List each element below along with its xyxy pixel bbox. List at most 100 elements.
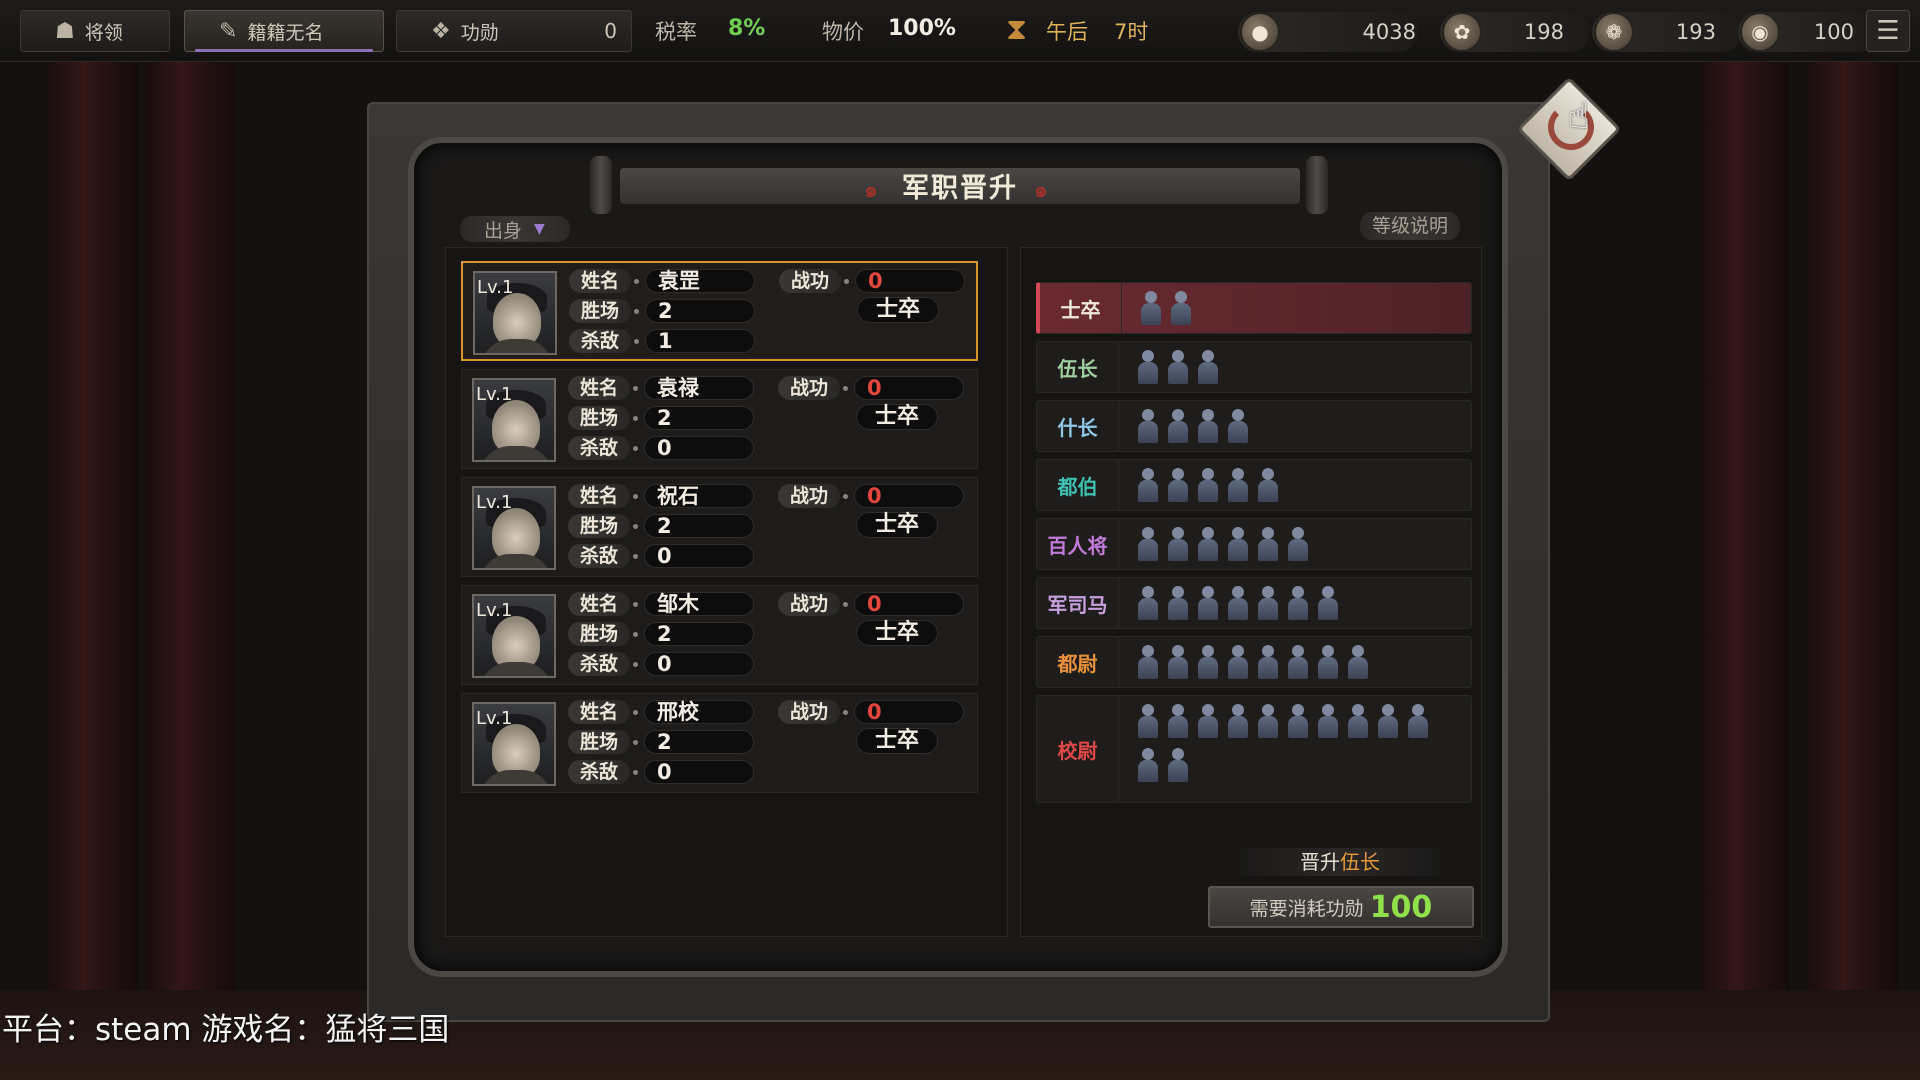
title-scroll-end-right [1306, 156, 1328, 214]
soldier-name: 祝石 [644, 484, 754, 508]
kills-label: 杀敌 [569, 329, 631, 353]
soldier-icon [1257, 704, 1279, 738]
soldier-icon [1167, 645, 1189, 679]
rank-name: 士卒 [1040, 283, 1122, 333]
soldier-rank: 士卒 [856, 620, 938, 646]
rank-name: 都伯 [1037, 460, 1119, 510]
soldier-wins: 2 [644, 622, 754, 646]
rank-row[interactable]: 军司马 [1036, 577, 1472, 629]
rank-row[interactable]: 百人将 [1036, 518, 1472, 570]
title-scroll-end-left [590, 156, 612, 214]
soldier-card[interactable]: Lv.1 姓名 袁禄 胜场 2 杀敌 0 战功 0 士卒 [461, 369, 978, 469]
soldier-kills: 1 [645, 329, 755, 353]
rank-soldier-icons [1137, 645, 1457, 689]
soldier-wins: 2 [645, 299, 755, 323]
promote-target-rank: 伍长 [1340, 850, 1380, 874]
soldier-card[interactable]: Lv.1 姓名 袁罡 胜场 2 杀敌 1 战功 0 士卒 [461, 261, 978, 361]
rank-name: 军司马 [1037, 578, 1119, 628]
separator-dot [634, 339, 639, 344]
menu-button[interactable]: ☰ [1866, 10, 1910, 52]
merit-label: 战功 [778, 592, 840, 616]
soldier-merit: 0 [854, 484, 964, 508]
soldier-card[interactable]: Lv.1 姓名 邢校 胜场 2 杀敌 0 战功 0 士卒 [461, 693, 978, 793]
rank-row[interactable]: 士卒 [1036, 282, 1472, 334]
origin-filter-label: 出身 [484, 219, 523, 242]
rank-row[interactable]: 校尉 [1036, 695, 1472, 803]
rank-row[interactable]: 什长 [1036, 400, 1472, 452]
soldier-portrait: Lv.1 [473, 271, 557, 355]
tab-merit[interactable]: ❖ 功勋 0 [396, 10, 632, 52]
soldier-merit: 0 [854, 592, 964, 616]
soldier-name: 袁禄 [644, 376, 754, 400]
rank-row[interactable]: 都伯 [1036, 459, 1472, 511]
separator-dot [633, 386, 638, 391]
wins-label: 胜场 [568, 514, 630, 538]
separator-dot [633, 632, 638, 637]
soldier-icon [1227, 704, 1249, 738]
portrait-body [480, 770, 552, 784]
general-icon: ☗ [55, 18, 75, 44]
name-label: 姓名 [568, 592, 630, 616]
soldier-merit: 0 [854, 376, 964, 400]
soldier-icon [1197, 704, 1219, 738]
wins-label: 胜场 [568, 622, 630, 646]
scroll-icon: ✎ [219, 18, 238, 44]
soldier-level: Lv.1 [476, 708, 513, 729]
soldier-icon [1167, 468, 1189, 502]
rank-soldier-icons [1137, 350, 1457, 394]
soldier-icon [1137, 468, 1159, 502]
origin-filter-dropdown[interactable]: 出身 ▼ [460, 216, 570, 242]
rank-soldier-icons [1137, 704, 1457, 792]
rank-row[interactable]: 都尉 [1036, 636, 1472, 688]
kills-label: 杀敌 [568, 436, 630, 460]
soldier-card[interactable]: Lv.1 姓名 邹木 胜场 2 杀敌 0 战功 0 士卒 [461, 585, 978, 685]
rank-row[interactable]: 伍长 [1036, 341, 1472, 393]
tab-generals[interactable]: ☗ 将领 [20, 10, 170, 52]
soldier-icon [1257, 645, 1279, 679]
rank-soldier-icons [1137, 468, 1457, 512]
hand-cursor-icon: ☝ [1568, 96, 1590, 137]
soldier-level: Lv.1 [476, 384, 513, 405]
soldier-icon [1257, 527, 1279, 561]
separator-dot [843, 386, 848, 391]
separator-dot [633, 446, 638, 451]
merit-label: 战功 [778, 484, 840, 508]
separator-dot [633, 524, 638, 529]
name-label: 姓名 [568, 700, 630, 724]
soldier-icon [1167, 350, 1189, 384]
soldier-icon [1257, 586, 1279, 620]
soldier-kills: 0 [644, 760, 754, 784]
chevron-down-icon: ▼ [534, 221, 545, 237]
separator-dot [843, 494, 848, 499]
kills-label: 杀敌 [568, 652, 630, 676]
soldier-card[interactable]: Lv.1 姓名 祝石 胜场 2 杀敌 0 战功 0 士卒 [461, 477, 978, 577]
soldier-icon [1167, 409, 1189, 443]
merit-label: 战功 [778, 700, 840, 724]
cost-label: 需要消耗功勋 [1249, 897, 1364, 920]
soldier-kills: 0 [644, 652, 754, 676]
separator-dot [633, 770, 638, 775]
promote-button[interactable]: 需要消耗功勋 100 [1208, 886, 1474, 928]
rank-soldier-icons [1137, 586, 1457, 630]
rank-name: 百人将 [1037, 519, 1119, 569]
soldier-icon [1137, 350, 1159, 384]
tab-reputation[interactable]: ✎ 籍籍无名 [184, 10, 384, 52]
portrait-body [480, 662, 552, 676]
promote-prefix: 晋升 [1300, 850, 1340, 874]
soldier-icon [1197, 409, 1219, 443]
soldier-portrait: Lv.1 [472, 594, 556, 678]
soldier-icon [1137, 645, 1159, 679]
rank-soldier-icons [1140, 291, 1460, 335]
soldier-wins: 2 [644, 406, 754, 430]
tax-label: 税率 [655, 20, 697, 44]
portrait-body [480, 554, 552, 568]
tax-value: 8% [728, 16, 766, 41]
curtain-left-outer [48, 60, 138, 1080]
soldier-merit: 0 [854, 700, 964, 724]
soldier-icon [1197, 350, 1219, 384]
coins-icon: ● [1240, 12, 1280, 52]
rank-help-button[interactable]: 等级说明 [1360, 212, 1460, 240]
name-label: 姓名 [568, 376, 630, 400]
soldier-rank: 士卒 [856, 404, 938, 430]
soldier-icon [1287, 586, 1309, 620]
